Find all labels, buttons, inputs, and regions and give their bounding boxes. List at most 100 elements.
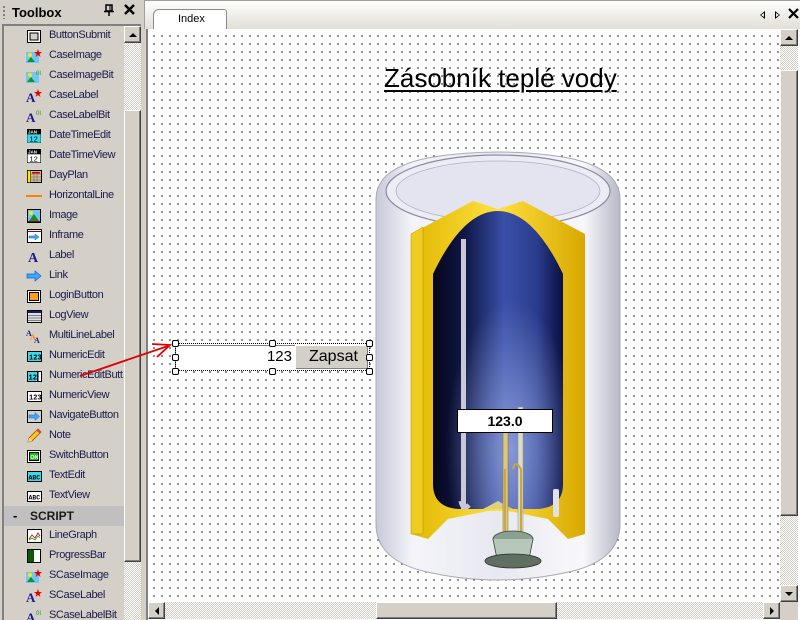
scroll-left-button[interactable] xyxy=(148,602,165,619)
toolbox-item-caselabelbit[interactable]: A 0I CaseLabelBit xyxy=(4,106,122,126)
resize-handle-bottom-left[interactable] xyxy=(172,368,179,375)
resize-handle-right[interactable] xyxy=(366,354,373,361)
case-image-icon xyxy=(26,569,42,583)
scrollbar-corner xyxy=(780,602,798,620)
toolbox-item-scaseimage[interactable]: SCaseImage xyxy=(4,566,122,586)
toolbox-item-progressbar[interactable]: ProgressBar xyxy=(4,546,122,566)
tab-scroll-right-icon[interactable] xyxy=(772,10,782,20)
resize-handle-left[interactable] xyxy=(172,354,179,361)
svg-text:A: A xyxy=(28,251,39,263)
toolbox-item-label: ButtonSubmit xyxy=(49,29,111,41)
text-edit-icon: ABC xyxy=(26,469,42,483)
link-arrow-icon xyxy=(26,269,42,283)
toolbox-item-numericeditbutton[interactable]: 12 NumericEditButt xyxy=(4,366,123,386)
log-view-icon xyxy=(26,309,42,323)
toolbox-section-script[interactable]: - SCRIPT xyxy=(4,506,124,526)
multiline-label-icon: AAA xyxy=(26,329,42,343)
tab-strip: Index xyxy=(144,0,800,30)
design-canvas[interactable]: Zásobník teplé vody 123 Zapsat 123.0 xyxy=(148,29,780,602)
switch-on-icon: ON xyxy=(26,449,42,463)
scroll-up-button[interactable] xyxy=(780,29,798,46)
scroll-right-button[interactable] xyxy=(763,602,780,619)
close-icon[interactable] xyxy=(123,3,136,18)
toolbox-item-linegraph[interactable]: LineGraph xyxy=(4,526,122,546)
svg-text:123: 123 xyxy=(29,354,42,362)
close-icon[interactable] xyxy=(786,6,800,22)
resize-handle-top-left[interactable] xyxy=(172,340,179,347)
toolbox-item-scaselabel[interactable]: A SCaseLabel xyxy=(4,586,122,606)
tab-scroll-left-icon[interactable] xyxy=(757,10,767,20)
toolbox-item-caseimage[interactable]: CaseImage xyxy=(4,46,122,66)
section-label: SCRIPT xyxy=(30,509,75,523)
tab-index[interactable]: Index xyxy=(153,9,227,30)
toolbox-item-logview[interactable]: LogView xyxy=(4,306,122,326)
resize-handle-bottom[interactable] xyxy=(269,368,276,375)
toolbox-item-link[interactable]: Link xyxy=(4,266,122,286)
tab-label: Index xyxy=(178,13,205,25)
toolbox-vertical-scrollbar[interactable] xyxy=(124,26,141,620)
svg-text:12: 12 xyxy=(30,155,38,164)
numeric-view-display[interactable]: 123.0 xyxy=(457,409,553,433)
toolbox-item-datetimeedit[interactable]: JAN 12 DateTimeEdit xyxy=(4,126,122,146)
toolbox-item-caselabel[interactable]: A CaseLabel xyxy=(4,86,122,106)
collapse-toggle[interactable]: - xyxy=(13,508,17,523)
toolbox-item-switchbutton[interactable]: ON SwitchButton xyxy=(4,446,122,466)
resize-handle-top-right[interactable] xyxy=(366,340,373,347)
canvas-horizontal-scrollbar[interactable] xyxy=(148,602,780,619)
toolbox-item-multilinelabel[interactable]: AAA MultiLineLabel xyxy=(4,326,122,346)
svg-text:A: A xyxy=(34,336,40,343)
arrow-down-icon xyxy=(785,591,793,596)
toolbox-item-label: NavigateButton xyxy=(49,409,119,421)
toolbox-header: Toolbox xyxy=(0,0,141,24)
toolbox-item-numericview[interactable]: 123 NumericView xyxy=(4,386,122,406)
image-icon xyxy=(26,209,42,223)
toolbox-item-navigatebutton[interactable]: NavigateButton xyxy=(4,406,122,426)
toolbox-item-loginbutton[interactable]: LoginButton xyxy=(4,286,122,306)
numeric-view-value: 123.0 xyxy=(487,413,523,429)
toolbox-item-image[interactable]: Image xyxy=(4,206,122,226)
pin-icon[interactable] xyxy=(103,4,115,19)
pencil-icon xyxy=(26,428,42,443)
numeric-edit-button-icon: 12 xyxy=(26,369,42,383)
toolbox-item-label: DayPlan xyxy=(49,169,88,181)
toolbox-item-dayplan[interactable]: DayPlan xyxy=(4,166,122,186)
svg-text:A: A xyxy=(26,110,36,123)
scroll-down-button[interactable] xyxy=(780,585,798,602)
toolbox-item-numericedit[interactable]: 123 NumericEdit xyxy=(4,346,122,366)
arrow-up-icon xyxy=(785,35,793,40)
scroll-thumb[interactable] xyxy=(780,70,798,516)
drag-grip-icon[interactable] xyxy=(3,6,5,19)
canvas-vertical-scrollbar[interactable] xyxy=(780,29,798,602)
toolbox-item-label[interactable]: A Label xyxy=(4,246,122,266)
svg-text:12: 12 xyxy=(30,135,38,144)
progress-bar-icon xyxy=(26,549,42,563)
toolbox-item-textview[interactable]: ABC TextView xyxy=(4,486,122,506)
toolbox-item-datetimeview[interactable]: JAN 12 DateTimeView xyxy=(4,146,122,166)
toolbox-item-label: HorizontalLine xyxy=(49,189,114,201)
toolbox-item-horizontalline[interactable]: HorizontalLine xyxy=(4,186,122,206)
resize-handle-top[interactable] xyxy=(269,340,276,347)
svg-text:A: A xyxy=(26,90,36,103)
toolbox-item-label: Link xyxy=(49,269,68,281)
toolbox-item-label: CaseImageBit xyxy=(49,69,114,81)
scroll-up-button[interactable] xyxy=(124,26,141,43)
toolbox-item-textedit[interactable]: ABC TextEdit xyxy=(4,466,122,486)
toolbox-item-inframe[interactable]: Inframe xyxy=(4,226,122,246)
calendar-view-icon: JAN 12 xyxy=(26,149,42,163)
toolbox-item-buttonsubmit[interactable]: ButtonSubmit xyxy=(4,26,122,46)
toolbox-item-note[interactable]: Note xyxy=(4,426,122,446)
scroll-thumb[interactable] xyxy=(124,110,141,562)
button-submit-icon xyxy=(26,29,42,43)
resize-handle-bottom-right[interactable] xyxy=(366,368,373,375)
toolbox-list-frame: ButtonSubmit CaseImage 0I CaseImageBit A… xyxy=(2,24,141,620)
toolbox-item-caseimagebit[interactable]: 0I CaseImageBit xyxy=(4,66,122,86)
svg-text:123: 123 xyxy=(29,394,42,402)
horizontal-line-icon xyxy=(26,189,42,203)
calendar-edit-icon: JAN 12 xyxy=(26,129,42,143)
scroll-thumb[interactable] xyxy=(376,602,557,619)
toolbox-item-scaselabelbit[interactable]: A 0I SCaseLabelBit xyxy=(4,606,122,620)
page-title[interactable]: Zásobník teplé vody xyxy=(384,63,617,94)
toolbox-item-label: CaseImage xyxy=(49,49,102,61)
water-heater-image[interactable] xyxy=(373,139,623,609)
svg-text:A: A xyxy=(26,610,36,620)
